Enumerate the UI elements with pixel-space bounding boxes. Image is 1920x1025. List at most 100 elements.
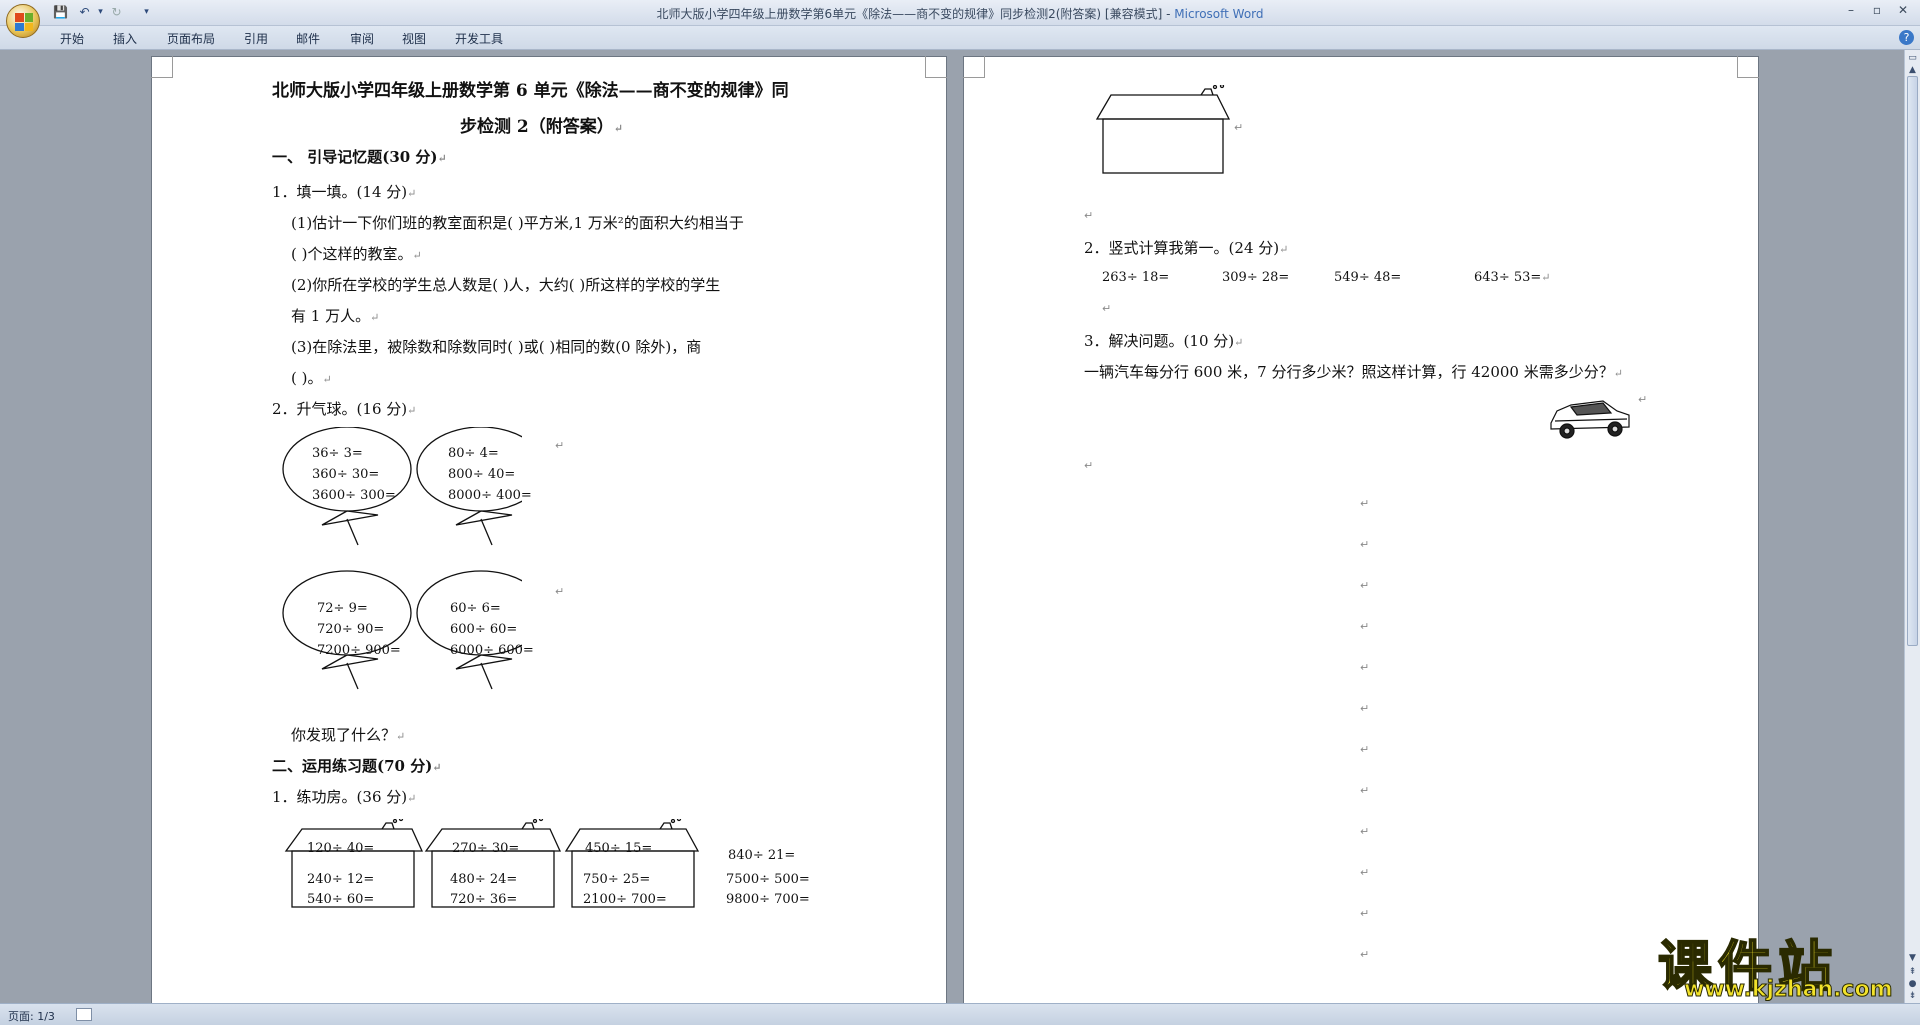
crop-mark (151, 56, 173, 78)
balloon-3-line2: 720÷ 90= (317, 622, 385, 637)
calc-4: 643÷ 53=↵ (1474, 270, 1551, 285)
tab-review[interactable]: 审阅 (350, 30, 374, 47)
paragraph-mark: ↵ (555, 439, 565, 452)
crop-mark (925, 56, 947, 78)
q1-item2-line2: 有 1 万人。↵ (291, 307, 380, 325)
calc-2: 309÷ 28= (1222, 270, 1290, 285)
house-1-line2: 240÷ 12= (307, 872, 375, 887)
calc-1: 263÷ 18= (1102, 270, 1170, 285)
help-icon[interactable]: ? (1899, 30, 1914, 45)
word-problem: 一辆汽车每分行 600 米，7 分行多少米？照这样计算，行 42000 米需多少… (1084, 363, 1623, 381)
paragraph-mark: ↵ (555, 585, 565, 598)
minimize-icon[interactable]: – (1838, 3, 1864, 17)
paragraph-mark: ↵ (1360, 907, 1370, 920)
balloon-2-line2: 800÷ 40= (448, 467, 516, 482)
crop-mark (963, 56, 985, 78)
house-1-line3: 540÷ 60= (307, 892, 375, 907)
close-icon[interactable]: ✕ (1890, 3, 1916, 17)
office-logo-icon (15, 13, 33, 31)
tab-insert[interactable]: 插入 (113, 30, 137, 47)
extra-calc-1: 840÷ 21= (728, 848, 796, 863)
paragraph-mark: ↵ (1360, 497, 1370, 510)
balloon-3-line3: 7200÷ 900= (317, 643, 401, 658)
scrollbar-thumb[interactable] (1907, 76, 1918, 646)
watermark-url: www.kjzhan.com (1684, 977, 1894, 1003)
scroll-up-icon[interactable]: ▲ (1907, 64, 1918, 76)
paragraph-mark: ↵ (1360, 784, 1370, 797)
balloon-4-line1: 60÷ 6= (450, 601, 501, 616)
q1-item3-line2: ( )。↵ (291, 369, 332, 387)
tab-mailings[interactable]: 邮件 (296, 30, 320, 47)
paragraph-mark: ↵ (1102, 302, 1112, 315)
window-title: 北师大版小学四年级上册数学第6单元《除法——商不变的规律》同步检测2(附答案) … (656, 7, 1264, 21)
status-bar: 页面: 1/3 (0, 1003, 1920, 1025)
paragraph-mark: ↵ (1360, 620, 1370, 633)
house-2-top: 270÷ 30= (452, 841, 520, 856)
discover-prompt: 你发现了什么？↵ (291, 726, 406, 744)
office-button[interactable] (6, 4, 40, 38)
question-2: 2．升气球。(16 分)↵ (272, 400, 417, 418)
tab-page-layout[interactable]: 页面布局 (167, 30, 215, 47)
ribbon-tabs: 开始 插入 页面布局 引用 邮件 审阅 视图 开发工具 ? (0, 26, 1920, 50)
maximize-icon[interactable]: ▫ (1864, 3, 1890, 17)
paragraph-mark: ↵ (1084, 209, 1094, 222)
extra-calc-2: 7500÷ 500= (726, 872, 810, 887)
crop-mark (1737, 56, 1759, 78)
balloon-3-line1: 72÷ 9= (317, 601, 368, 616)
doc-title-line2: 步检测 2（附答案）↵ (460, 117, 623, 137)
tab-developer[interactable]: 开发工具 (455, 30, 503, 47)
paragraph-mark: ↵ (1360, 661, 1370, 674)
house-1-top: 120÷ 40= (307, 841, 375, 856)
document-page-2: ↵ ↵ 2．竖式计算我第一。(24 分)↵ 263÷ 18= 309÷ 28= … (963, 56, 1759, 1014)
q1-item1-line1: (1)估计一下你们班的教室面积是( )平方米,1 万米²的面积大约相当于 (291, 214, 744, 232)
tab-home[interactable]: 开始 (60, 30, 84, 47)
document-area: 北师大版小学四年级上册数学第 6 单元《除法——商不变的规律》同 步检测 2（附… (0, 50, 1904, 1014)
balloon-1-line3: 3600÷ 300= (312, 488, 396, 503)
question-1: 1．填一填。(14 分)↵ (272, 183, 417, 201)
paragraph-mark: ↵ (1360, 866, 1370, 879)
house-figure (1095, 85, 1231, 174)
house-3-top: 450÷ 15= (585, 841, 653, 856)
paragraph-mark: ↵ (1360, 702, 1370, 715)
question-4: 2．竖式计算我第一。(24 分)↵ (1084, 239, 1289, 257)
next-page-icon[interactable]: ⇟ (1907, 990, 1918, 1002)
house-3-line3: 2100÷ 700= (583, 892, 667, 907)
vertical-scrollbar[interactable]: ▭ ▲ ▼ ⇞ ● ⇟ (1904, 50, 1920, 1003)
q1-item2-line1: (2)你所在学校的学生总人数是( )人，大约( )所这样的学校的学生 (291, 276, 721, 294)
question-5: 3．解决问题。(10 分)↵ (1084, 332, 1244, 350)
proofing-icon[interactable] (76, 1008, 92, 1021)
paragraph-mark: ↵ (1360, 743, 1370, 756)
balloon-4-line2: 600÷ 60= (450, 622, 518, 637)
document-page-1: 北师大版小学四年级上册数学第 6 单元《除法——商不变的规律》同 步检测 2（附… (151, 56, 947, 1014)
section-2-heading: 二、运用练习题(70 分)↵ (272, 757, 442, 775)
paragraph-mark: ↵ (1638, 393, 1648, 406)
question-3: 1．练功房。(36 分)↵ (272, 788, 417, 806)
previous-page-icon[interactable]: ⇞ (1907, 966, 1918, 978)
house-2-line2: 480÷ 24= (450, 872, 518, 887)
doc-title-line1: 北师大版小学四年级上册数学第 6 单元《除法——商不变的规律》同 (272, 81, 789, 101)
select-browse-object-icon[interactable]: ● (1907, 978, 1918, 990)
tab-view[interactable]: 视图 (402, 30, 426, 47)
balloon-2-line3: 8000÷ 400= (448, 488, 532, 503)
paragraph-mark: ↵ (1084, 459, 1094, 472)
q1-item1-line2: ( )个这样的教室。↵ (291, 245, 422, 263)
page-count[interactable]: 页面: 1/3 (8, 1008, 55, 1024)
house-2-line3: 720÷ 36= (450, 892, 518, 907)
paragraph-mark: ↵ (1360, 948, 1370, 961)
scroll-down-icon[interactable]: ▼ (1907, 952, 1918, 964)
house-3-line2: 750÷ 25= (583, 872, 651, 887)
paragraph-mark: ↵ (1360, 825, 1370, 838)
balloon-4-line3: 6000÷ 600= (450, 643, 534, 658)
paragraph-mark: ↵ (1360, 579, 1370, 592)
ruler-toggle-icon[interactable]: ▭ (1907, 52, 1918, 64)
calc-3: 549÷ 48= (1334, 270, 1402, 285)
title-bar: 💾 ↶ ▾ ↻ ▾ 北师大版小学四年级上册数学第6单元《除法——商不变的规律》同… (0, 0, 1920, 26)
balloon-2-line1: 80÷ 4= (448, 446, 499, 461)
tab-references[interactable]: 引用 (244, 30, 268, 47)
watermark-logo: 课件站 www.kjzhan.com (1657, 922, 1898, 1003)
balloon-1-line1: 36÷ 3= (312, 446, 363, 461)
extra-calc-3: 9800÷ 700= (726, 892, 810, 907)
balloon-1-line2: 360÷ 30= (312, 467, 380, 482)
car-icon (1550, 400, 1630, 439)
paragraph-mark: ↵ (1360, 538, 1370, 551)
